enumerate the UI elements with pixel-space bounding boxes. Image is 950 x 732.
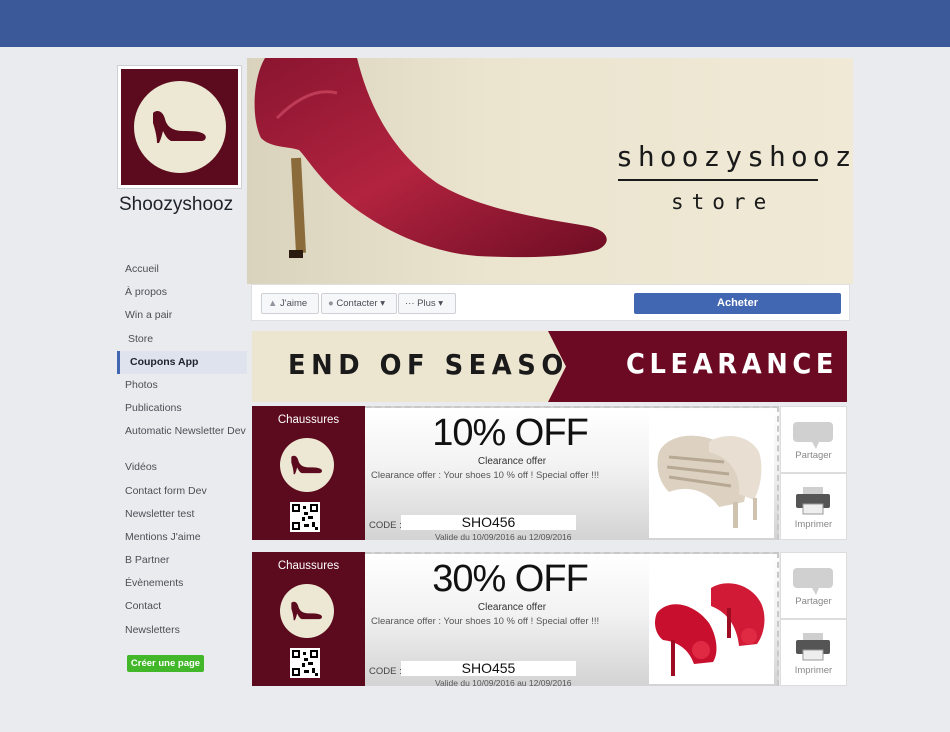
coupon-title: Clearance offer [477,456,547,467]
coupon-category: Chaussures [277,414,340,426]
coupon-validity: Valide du 10/09/2016 au 12/09/2016 [435,678,572,688]
clearance-banner: END OF SEASON CLEARANCE [252,331,847,402]
cover-brand-subtitle: store [671,190,775,214]
nav-item-store[interactable]: Store [117,328,247,351]
message-icon: ● [328,298,334,309]
nav-item-b-partner[interactable]: B Partner [117,549,247,572]
coupon-category-panel: Chaussures [252,406,365,540]
more-button-label: Plus [417,298,436,309]
nav-item-videos[interactable]: Vidéos [117,456,247,479]
coupon-code-label: CODE : [369,666,402,677]
nav-item-contact-form-dev[interactable]: Contact form Dev [117,480,247,503]
coupon-discount: 10% OFF [432,412,589,454]
buy-button[interactable]: Acheter [634,293,841,314]
page-action-bar: ▲ J'aime ● Contacter ▾ ··· Plus ▾ Achete… [251,284,850,321]
coupon-category: Chaussures [277,560,340,572]
nav-item-photos[interactable]: Photos [117,374,247,397]
coupon-product-image [649,558,774,684]
banner-end-of-season: END OF SEASON [288,348,596,381]
printer-icon [796,487,830,515]
nav-item-publications[interactable]: Publications [117,397,247,420]
shoe-logo-circle [280,438,334,492]
coupon-actions: Partager Imprimer [780,552,847,686]
high-heel-icon [291,455,322,475]
page-name[interactable]: Shoozyshooz [119,194,233,216]
qr-code-icon[interactable] [290,502,320,532]
coupon-code-label: CODE : [369,520,402,531]
nav-item-win-a-pair[interactable]: Win a pair [117,304,247,327]
profile-logo [121,69,238,185]
coupon-discount: 30% OFF [432,558,589,600]
cover-brand-divider [618,179,818,181]
red-heels-image [655,583,765,676]
high-heel-icon [152,111,206,143]
coupon-code[interactable]: SHO455 [401,661,576,676]
banner-clearance-text: CLEARANCE [626,347,839,380]
nav-item-coupons-app[interactable]: Coupons App [117,350,247,374]
cover-brand-title: shoozyshooz [616,140,853,173]
coupon-product-image [649,412,774,538]
coupon-details: 10% OFF Clearance offer Clearance offer … [365,406,779,542]
print-button[interactable]: Imprimer [780,619,847,686]
top-bar [0,0,950,47]
nav-item-accueil[interactable]: Accueil [117,258,247,281]
banner-clearance-panel: CLEARANCE [548,331,847,402]
high-heel-icon [291,601,322,621]
like-button-label: J'aime [280,298,308,309]
coupon-description: Clearance offer : Your shoes 10 % off ! … [371,616,600,627]
nav-item-contact[interactable]: Contact [117,595,247,618]
coupon-category-panel: Chaussures [252,552,365,686]
chevron-down-icon: ▾ [438,298,444,309]
coupon-actions: Partager Imprimer [780,406,847,540]
chevron-down-icon: ▾ [380,298,385,309]
coupon-details: 30% OFF Clearance offer Clearance offer … [365,552,779,688]
coupon-validity: Valide du 10/09/2016 au 12/09/2016 [435,532,572,542]
printer-icon [796,633,830,661]
share-button[interactable]: Partager [780,406,847,473]
share-label: Partager [795,450,832,461]
shoe-logo-circle [133,81,226,173]
share-button[interactable]: Partager [780,552,847,619]
nav-item-evenements[interactable]: Évènements [117,572,247,595]
nav-item-automatic-newsletter-dev[interactable]: Automatic Newsletter Dev [117,420,247,456]
like-button[interactable]: ▲ J'aime [261,293,319,314]
nav-item-newsletter-test[interactable]: Newsletter test [117,503,247,526]
qr-code-icon[interactable] [290,648,320,678]
coupon-description: Clearance offer : Your shoes 10 % off ! … [371,470,600,481]
nav-item-mentions-jaime[interactable]: Mentions J'aime [117,526,247,549]
speech-bubble-icon [793,422,833,449]
coupon-title: Clearance offer [477,602,547,613]
coupon-card: Chaussures 30% OFF Clearance offer Clear… [252,552,847,688]
contact-button[interactable]: ● Contacter ▾ [321,293,397,314]
nav-item-newsletters[interactable]: Newsletters [117,619,247,642]
more-dots-icon: ··· [405,298,415,309]
print-label: Imprimer [794,665,833,676]
shoe-logo-circle [280,584,334,638]
page-navigation: Accueil À propos Win a pair Store Coupon… [117,258,247,642]
more-button[interactable]: ··· Plus ▾ [398,293,456,314]
thumbs-up-icon: ▲ [268,298,278,309]
nav-item-a-propos[interactable]: À propos [117,281,247,304]
create-page-button[interactable]: Créer une page [127,655,204,672]
print-button[interactable]: Imprimer [780,473,847,540]
profile-picture[interactable] [117,65,242,189]
contact-button-label: Contacter [336,298,378,309]
coupon-code[interactable]: SHO456 [401,515,576,530]
cover-photo: shoozyshooz store [247,58,853,284]
print-label: Imprimer [794,519,833,530]
share-label: Partager [795,596,832,607]
beige-sandal-image [657,435,762,528]
coupon-card: Chaussures 10% OFF Clearance offer Clear… [252,406,847,542]
speech-bubble-icon [793,568,833,595]
red-pump-image [254,58,607,258]
